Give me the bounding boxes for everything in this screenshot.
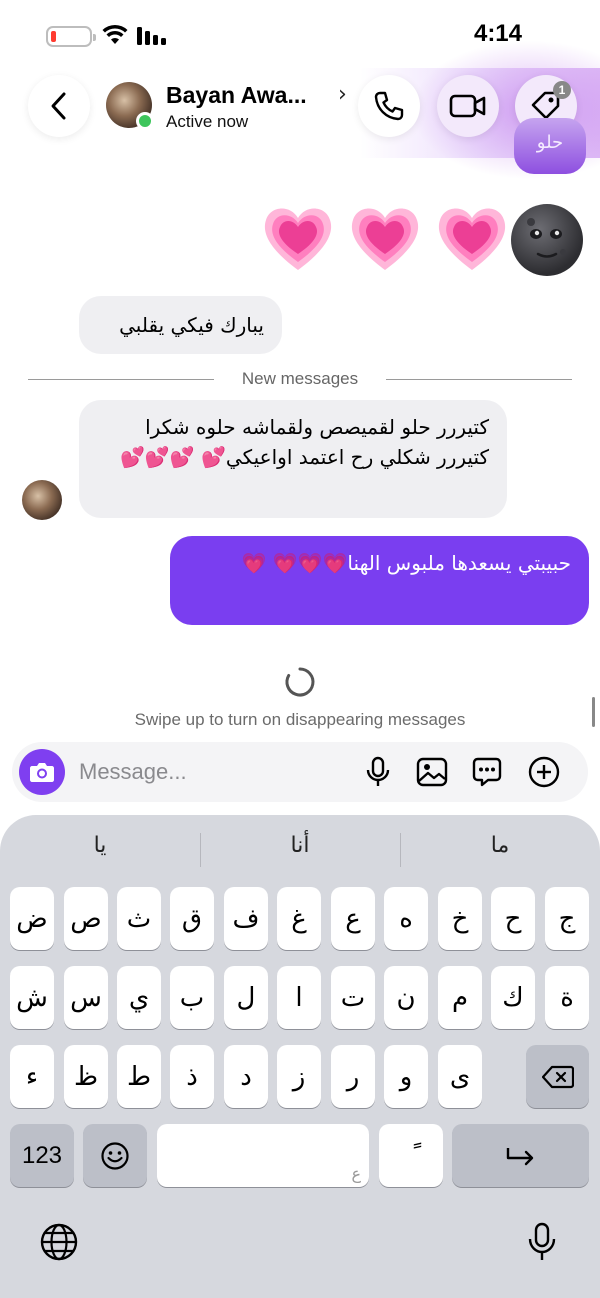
key[interactable]: ى [438,1045,482,1108]
outgoing-message[interactable]: حبيبتي يسعدها ملبوس الهنا💗💗💗 💗 [170,536,589,625]
new-moon-face-emoji [511,204,583,276]
return-key[interactable] [452,1124,589,1187]
signal-icon [137,27,166,45]
back-icon [51,92,66,120]
key[interactable]: ا [277,966,321,1029]
key[interactable]: ر [331,1045,375,1108]
key[interactable]: ت [331,966,375,1029]
diacritic-key[interactable]: ً [379,1124,443,1187]
online-indicator [136,112,154,130]
key[interactable]: ز [277,1045,321,1108]
key[interactable]: م [438,966,482,1029]
key[interactable]: ن [384,966,428,1029]
emoji-key[interactable] [83,1124,147,1187]
key[interactable]: ث [117,887,161,950]
key[interactable]: ء [10,1045,54,1108]
video-call-button[interactable] [437,75,499,137]
key[interactable]: و [384,1045,428,1108]
tag-badge: 1 [553,81,571,99]
phone-icon [374,91,404,121]
key[interactable]: خ [438,887,482,950]
battery-icon [46,26,96,47]
key[interactable]: ض [10,887,54,950]
dictation-button[interactable] [522,1222,562,1262]
key[interactable]: ل [224,966,268,1029]
camera-icon [30,763,54,782]
sender-avatar[interactable] [22,480,62,520]
numbers-key[interactable]: 123 [10,1124,74,1187]
suggestion-item[interactable]: ما [400,833,600,858]
growing-heart-emoji [438,208,506,270]
active-status: Active now [166,112,249,131]
space-key[interactable]: ع [157,1124,369,1187]
more-button[interactable] [528,756,560,788]
growing-heart-emoji [264,208,332,270]
key[interactable]: ج [545,887,589,950]
key[interactable]: ظ [64,1045,108,1108]
scrollbar[interactable] [592,697,595,727]
message-input[interactable] [79,756,339,788]
suggestion-item[interactable]: يا [0,833,200,858]
camera-button[interactable] [19,749,65,795]
plus-icon [528,756,560,788]
key[interactable]: ف [224,887,268,950]
key[interactable]: ذ [170,1045,214,1108]
return-icon [506,1147,533,1165]
key[interactable]: ط [117,1045,161,1108]
space-key-hint: ع [351,1164,361,1183]
key[interactable]: ك [491,966,535,1029]
key[interactable]: ه [384,887,428,950]
emoji-icon [101,1141,129,1170]
dictation-icon [528,1222,556,1260]
incoming-message[interactable]: يبارك فيكي يقلبي [79,296,282,354]
key[interactable]: ص [64,887,108,950]
delete-key[interactable] [526,1045,589,1108]
voice-call-button[interactable] [358,75,420,137]
video-icon [449,94,486,118]
key[interactable]: ق [170,887,214,950]
key[interactable]: ب [170,966,214,1029]
wifi-icon [102,24,128,44]
incoming-message[interactable]: كتيررر حلو لقميصص ولقماشه حلوه شكرا كتير… [79,400,507,518]
key[interactable]: ش [10,966,54,1029]
loading-spinner-icon [285,667,315,697]
new-messages-divider: New messages [28,368,572,390]
globe-icon [40,1223,78,1261]
key[interactable]: ح [491,887,535,950]
back-button[interactable] [28,75,90,137]
key[interactable]: ي [117,966,161,1029]
disappearing-messages-hint: Swipe up to turn on disappearing message… [134,710,466,729]
previous-message-bubble[interactable]: حلو [514,118,586,174]
sticker-button[interactable] [471,756,503,788]
key[interactable]: د [224,1045,268,1108]
contact-name[interactable]: Bayan Awa... [166,82,307,109]
delete-icon [541,1065,574,1088]
gallery-button[interactable] [416,756,448,788]
key[interactable]: غ [277,887,321,950]
microphone-button[interactable] [362,756,394,788]
growing-heart-emoji [351,208,419,270]
chevron-right-icon[interactable]: › [338,82,347,107]
key[interactable]: ة [545,966,589,1029]
heart-emoji-message[interactable] [260,200,510,278]
microphone-icon [366,756,390,786]
key[interactable]: ع [331,887,375,950]
suggestion-item[interactable]: أنا [200,833,400,858]
key[interactable]: س [64,966,108,1029]
globe-button[interactable] [39,1222,79,1262]
image-icon [416,757,448,787]
sticker-icon [472,757,502,787]
divider-label: New messages [241,369,359,388]
